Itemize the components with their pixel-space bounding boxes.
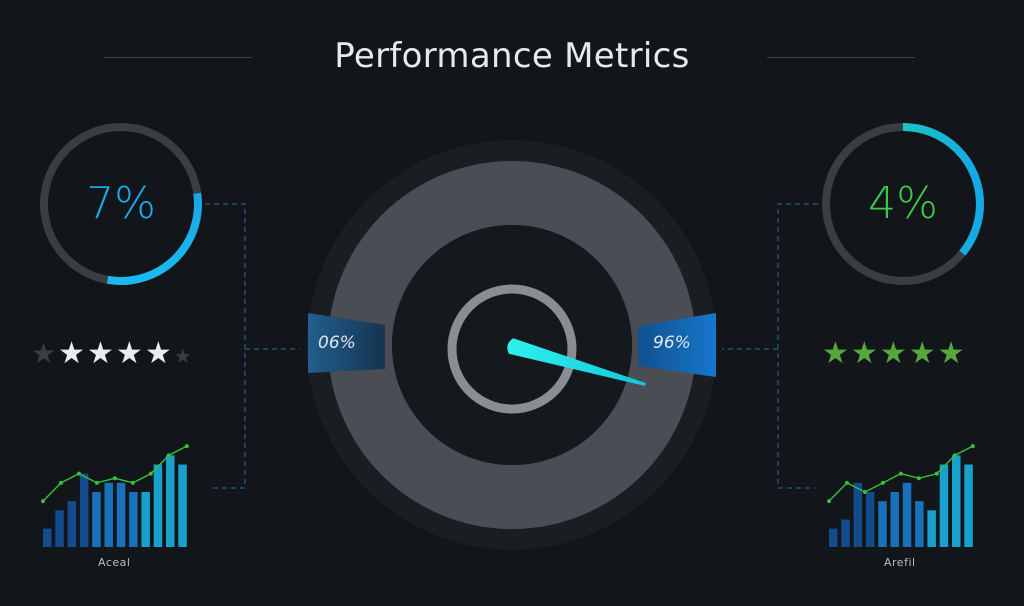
bar	[939, 464, 949, 547]
trend-point	[166, 453, 171, 458]
right-chart-caption: Arefil	[884, 556, 916, 569]
bar	[43, 528, 52, 547]
trend-point	[94, 480, 99, 485]
right-star-rating: ★★★★★	[822, 339, 967, 369]
trend-point	[880, 480, 885, 485]
left-star-rating: ★★★★★★	[31, 339, 194, 369]
trend-point	[112, 476, 117, 481]
right-connector	[722, 203, 818, 489]
bar	[55, 510, 64, 547]
trend-point	[58, 480, 63, 485]
trend-point	[862, 490, 867, 494]
trend-line	[42, 445, 188, 502]
bar	[878, 501, 887, 547]
bar	[964, 464, 973, 547]
star-icon: ★	[879, 336, 909, 371]
right-ring-value: 4%	[868, 178, 938, 229]
gauge-left-tab-label: 06%	[318, 333, 356, 353]
bar	[829, 528, 838, 547]
bar	[853, 482, 863, 547]
bar	[865, 492, 875, 547]
bar	[153, 464, 163, 547]
right-bar-chart	[827, 444, 975, 547]
trend-point	[916, 476, 921, 481]
trend-point	[934, 471, 939, 476]
left-connector	[205, 203, 300, 489]
trend-point	[844, 480, 849, 485]
trend-point	[148, 471, 153, 476]
gauge-right-tab-label: 96%	[653, 333, 691, 353]
trend-point	[76, 471, 81, 476]
bar	[927, 510, 936, 547]
star-icon: ★	[822, 336, 851, 371]
trend-point	[952, 453, 957, 458]
left-ring-value: 7%	[86, 178, 156, 229]
left-bar-chart	[41, 444, 189, 547]
bar	[141, 492, 150, 547]
star-icon: ★	[31, 337, 59, 370]
bar	[129, 492, 138, 547]
star-icon: ★	[87, 336, 116, 371]
bar	[92, 492, 101, 547]
trend-point	[827, 499, 831, 504]
left-chart-caption: Aceal	[98, 556, 131, 569]
star-icon: ★	[115, 336, 145, 371]
bar	[67, 501, 77, 547]
trend-point	[970, 444, 975, 449]
star-icon: ★	[173, 344, 194, 368]
metrics-graphics	[40, 123, 984, 550]
star-icon: ★	[937, 336, 967, 371]
star-icon: ★	[908, 336, 938, 371]
bar	[902, 482, 912, 547]
trend-point	[898, 471, 903, 476]
bar	[104, 482, 113, 547]
bar	[166, 455, 175, 547]
trend-point	[130, 480, 135, 485]
star-icon: ★	[144, 336, 174, 371]
bar	[915, 501, 924, 547]
trend-point	[41, 499, 45, 504]
star-icon: ★	[850, 336, 880, 371]
bar	[116, 482, 126, 547]
bar	[178, 464, 187, 547]
trend-point	[184, 444, 189, 449]
bar	[952, 455, 961, 547]
star-icon: ★	[58, 336, 88, 371]
bar	[79, 473, 89, 547]
bar	[841, 519, 850, 547]
bar	[890, 492, 899, 547]
